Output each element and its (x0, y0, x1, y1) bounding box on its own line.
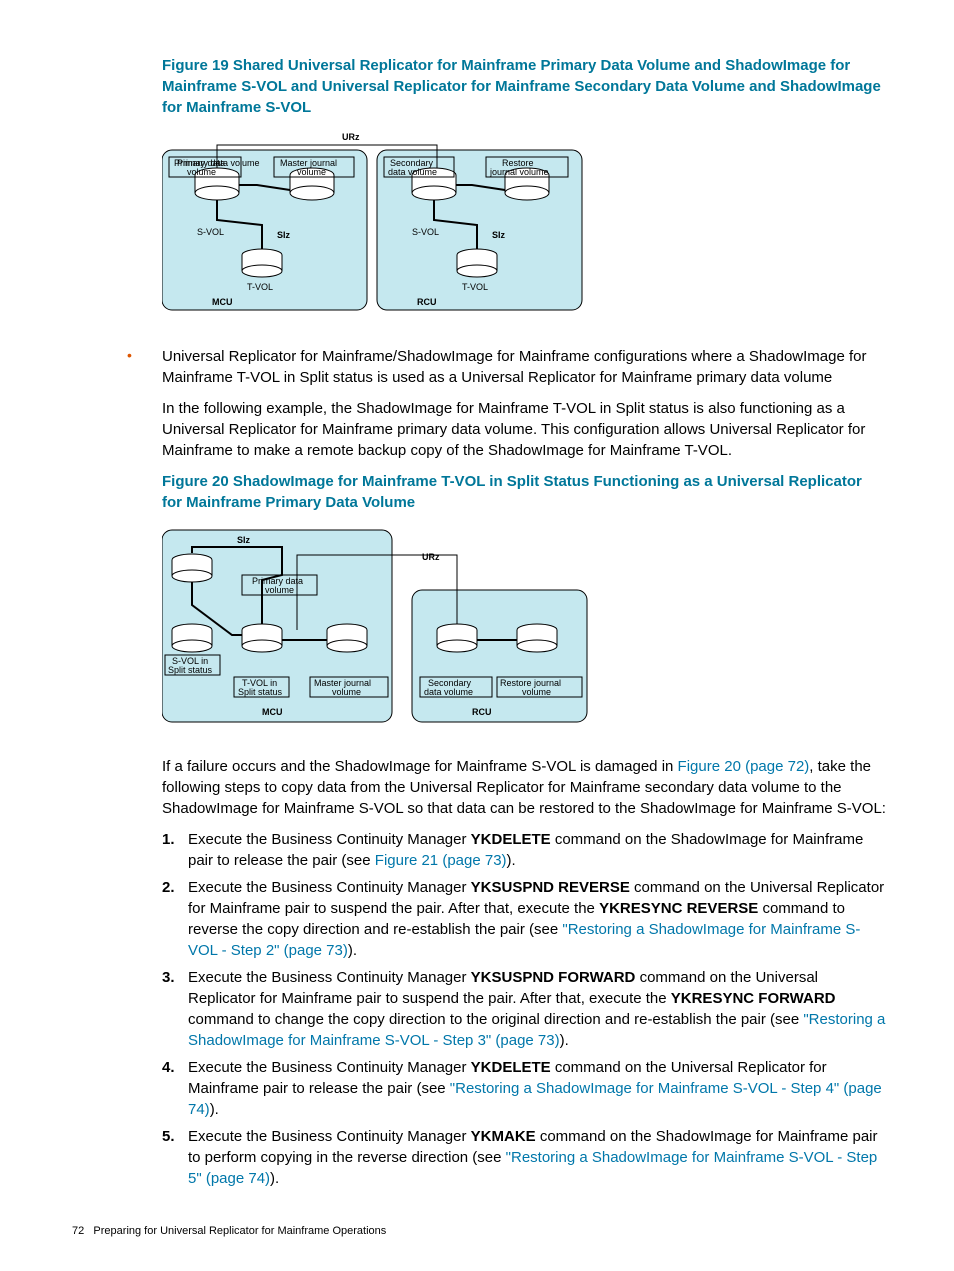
svg-text:volume: volume (522, 687, 551, 697)
svg-text:Split status: Split status (238, 687, 283, 697)
bullet-marker: • (72, 346, 162, 388)
step-2: 2. Execute the Business Continuity Manag… (162, 877, 886, 961)
after-figure-20-para: If a failure occurs and the ShadowImage … (162, 756, 886, 819)
figure-19-diagram: URz Primary data volume Primary datavolu… (162, 130, 886, 321)
step-5: 5. Execute the Business Continuity Manag… (162, 1126, 886, 1189)
svg-text:T-VOL: T-VOL (247, 282, 273, 292)
svg-text:data volume: data volume (424, 687, 473, 697)
link-figure-20[interactable]: Figure 20 (page 72) (678, 758, 810, 775)
svg-text:RCU: RCU (417, 297, 437, 307)
svg-text:volume: volume (332, 687, 361, 697)
figure-20-title: Figure 20 ShadowImage for Mainframe T-VO… (162, 471, 886, 513)
link-figure-21[interactable]: Figure 21 (page 73) (375, 852, 507, 869)
svg-text:RCU: RCU (472, 707, 492, 717)
svg-text:volume: volume (297, 167, 326, 177)
svg-text:S-VOL: S-VOL (197, 227, 224, 237)
svg-text:MCU: MCU (212, 297, 233, 307)
step-3: 3. Execute the Business Continuity Manag… (162, 967, 886, 1051)
svg-text:S-VOL: S-VOL (412, 227, 439, 237)
svg-text:MCU: MCU (262, 707, 283, 717)
svg-text:journal volume: journal volume (489, 167, 549, 177)
svg-text:SIz: SIz (237, 535, 251, 545)
bullet-para-1: Universal Replicator for Mainframe/Shado… (162, 346, 886, 388)
svg-text:Split status: Split status (168, 665, 213, 675)
svg-text:T-VOL: T-VOL (462, 282, 488, 292)
svg-text:URz: URz (422, 552, 440, 562)
step-1: 1. Execute the Business Continuity Manag… (162, 829, 886, 871)
svg-text:URz: URz (342, 132, 360, 142)
figure-20-diagram: SIz URz Primary datavolume S-VOL inSplit… (162, 525, 886, 731)
svg-text:volume: volume (187, 167, 216, 177)
step-4: 4. Execute the Business Continuity Manag… (162, 1057, 886, 1120)
svg-text:SIz: SIz (277, 230, 291, 240)
bullet-para-2: In the following example, the ShadowImag… (162, 398, 886, 461)
svg-text:volume: volume (265, 585, 294, 595)
svg-text:data volume: data volume (388, 167, 437, 177)
figure-19-title: Figure 19 Shared Universal Replicator fo… (162, 55, 886, 118)
svg-text:SIz: SIz (492, 230, 506, 240)
page-footer: 72 Preparing for Universal Replicator fo… (72, 1224, 886, 1239)
